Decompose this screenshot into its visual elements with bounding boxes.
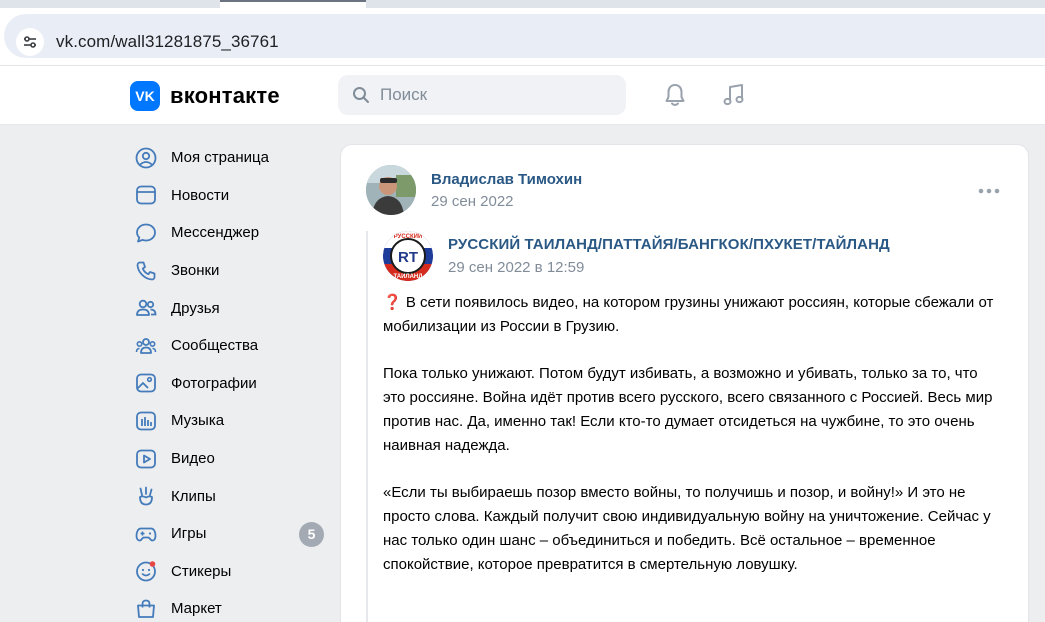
photo-icon: [134, 371, 158, 395]
sidebar-item-communities[interactable]: Сообщества: [130, 327, 330, 365]
group-avatar-bottom-text: ТАИЛАНД: [393, 274, 423, 280]
group-avatar-letters: RT: [398, 249, 418, 266]
sidebar-item-calls[interactable]: Звонки: [130, 252, 330, 290]
wall-post-card: Владислав Тимохин 29 сен 2022 RT РУССКИЙ…: [340, 144, 1029, 622]
sticker-icon: [134, 559, 158, 583]
music-player-icon[interactable]: [719, 80, 749, 110]
url-text[interactable]: vk.com/wall31281875_36761: [56, 32, 279, 52]
sidebar-item-stickers[interactable]: Стикеры: [130, 553, 330, 591]
post-body: ❓ В сети появилось видео, на котором гру…: [383, 291, 1003, 600]
repost-date[interactable]: 29 сен 2022 в 12:59: [448, 259, 584, 276]
sidebar-item-market[interactable]: Маркет: [130, 590, 330, 622]
sidebar-item-label: Моя страница: [171, 149, 269, 167]
vk-logo[interactable]: VK вконтакте: [130, 81, 280, 111]
sidebar-item-label: Мессенджер: [171, 224, 260, 242]
vk-logo-icon: VK: [130, 81, 160, 111]
sidebar-item-friends[interactable]: Друзья: [130, 289, 330, 327]
friends-icon: [134, 296, 158, 320]
sidebar-item-label: Клипы: [171, 487, 216, 505]
more-options-icon[interactable]: [977, 181, 1001, 201]
sidebar-item-messenger[interactable]: Мессенджер: [130, 214, 330, 252]
url-field[interactable]: vk.com/wall31281875_36761: [4, 14, 1045, 58]
market-bag-icon: [134, 597, 158, 621]
search-input[interactable]: Поиск: [380, 85, 427, 105]
group-avatar-top-text: РУССКИЙ: [394, 232, 423, 240]
sidebar-item-video[interactable]: Видео: [130, 440, 330, 478]
repost-group-name[interactable]: РУССКИЙ ТАИЛАНД/ПАТТАЙЯ/БАНГКОК/ПХУКЕТ/Т…: [448, 236, 890, 253]
sidebar-item-label: Фотографии: [171, 374, 257, 392]
site-settings-icon[interactable]: [16, 28, 44, 56]
notifications-bell-icon[interactable]: [660, 80, 690, 110]
post-date[interactable]: 29 сен 2022: [431, 193, 514, 210]
phone-icon: [134, 259, 158, 283]
sidebar-item-label: Музыка: [171, 412, 225, 430]
communities-icon: [134, 334, 158, 358]
clips-icon: [134, 484, 158, 508]
browser-tab-active[interactable]: [220, 0, 366, 8]
sidebar-item-label: Новости: [171, 186, 230, 204]
sidebar-item-label: Друзья: [171, 299, 220, 317]
video-icon: [134, 447, 158, 471]
sidebar-item-label: Игры: [171, 525, 207, 543]
sidebar-item-clips[interactable]: Клипы: [130, 477, 330, 515]
sidebar-item-label: Сообщества: [171, 337, 259, 355]
search-box[interactable]: Поиск: [338, 75, 626, 115]
sidebar-item-news[interactable]: Новости: [130, 177, 330, 215]
post-paragraph: ❓ В сети появилось видео, на котором гру…: [383, 294, 994, 335]
repost-divider: [366, 231, 368, 622]
newspaper-icon: [134, 183, 158, 207]
search-icon: [353, 87, 369, 103]
gamepad-icon: [134, 522, 158, 546]
games-count-badge: 5: [299, 521, 324, 547]
message-icon: [134, 221, 158, 245]
sidebar-item-label: Стикеры: [171, 562, 232, 580]
sidebar-item-label: Звонки: [171, 262, 220, 280]
sidebar-item-music[interactable]: Музыка: [130, 402, 330, 440]
group-avatar[interactable]: RT РУССКИЙ ТАИЛАНД: [383, 231, 433, 281]
sidebar-item-label: Видео: [171, 450, 215, 468]
browser-address-bar: vk.com/wall31281875_36761: [0, 8, 1045, 66]
vk-logo-text: вконтакте: [170, 83, 280, 108]
sidebar-item-label: Маркет: [171, 600, 222, 618]
post-paragraph: Пока только унижают. Потом будут избиват…: [383, 365, 993, 454]
user-circle-icon: [134, 146, 158, 170]
vk-header: VK вконтакте Поиск: [0, 66, 1045, 125]
post-paragraph: «Если ты выбираешь позор вместо войны, т…: [383, 484, 991, 573]
author-avatar[interactable]: [366, 165, 416, 215]
sidebar-item-photos[interactable]: Фотографии: [130, 365, 330, 403]
music-icon: [134, 409, 158, 433]
sidebar-item-games[interactable]: Игры 5: [130, 515, 330, 553]
left-sidebar: Моя страница Новости Мессенджер Звонки Д…: [130, 139, 330, 622]
browser-tabstrip: [0, 0, 1045, 8]
post-author-name[interactable]: Владислав Тимохин: [431, 171, 582, 188]
sidebar-item-my-page[interactable]: Моя страница: [130, 139, 330, 177]
